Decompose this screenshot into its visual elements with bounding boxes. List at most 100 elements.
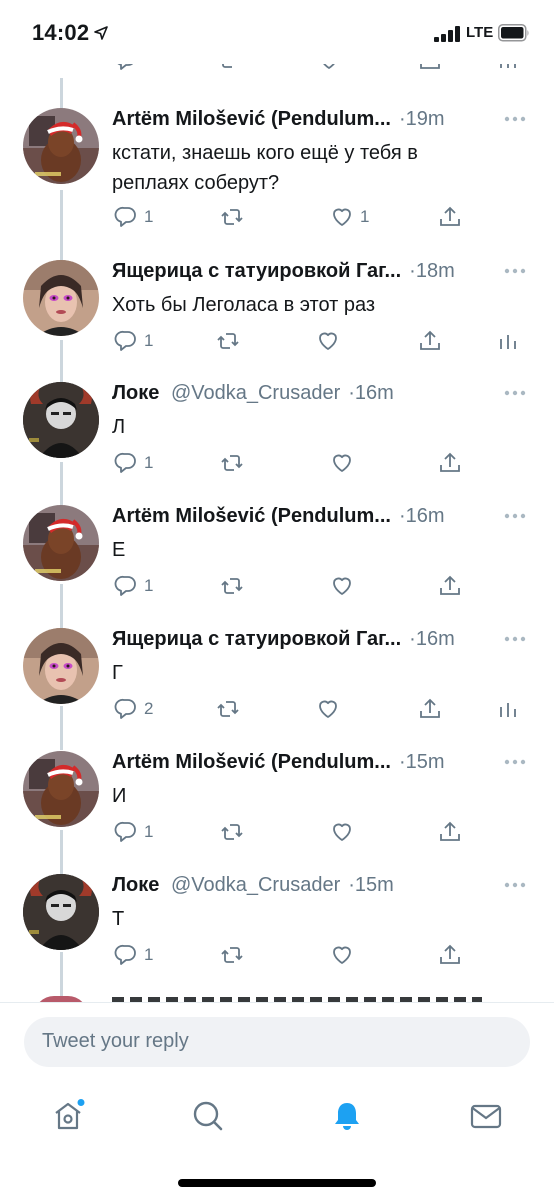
retweet-button[interactable] <box>216 696 246 722</box>
tab-messages[interactable] <box>466 1096 506 1136</box>
retweet-icon <box>221 209 243 225</box>
author-name[interactable]: Ящерица с татуировкой Гаг... ·16m <box>112 628 455 651</box>
tweet-actions: 1 <box>112 450 532 478</box>
share-button[interactable] <box>418 696 442 722</box>
retweet-icon <box>221 824 243 840</box>
reply-count: 1 <box>144 207 154 226</box>
share-button[interactable] <box>438 942 462 968</box>
tweet-text-line: Т <box>112 908 125 930</box>
reply-count: 1 <box>144 576 154 595</box>
like-button[interactable] <box>330 819 360 845</box>
like-button[interactable] <box>330 573 360 599</box>
retweet-icon <box>221 578 243 594</box>
tweet-text: кстати, знаешь кого ещё у тебя в реплаях … <box>112 138 512 198</box>
author-name[interactable]: Artëm Milošević (Pendulum... ·16m <box>112 505 445 528</box>
tweet-text-line: Е <box>112 539 126 561</box>
like-icon <box>333 823 351 841</box>
tweet[interactable]: Ящерица с татуировкой Гаг... ·18m Хоть бы… <box>0 260 554 372</box>
status-bar: 14:02 LTE <box>0 0 554 64</box>
stats-icon <box>500 703 516 717</box>
more-options-icon[interactable] <box>504 882 526 888</box>
more-options-icon[interactable] <box>504 268 526 274</box>
tweet-time: ·19m <box>398 108 445 130</box>
avatar[interactable] <box>23 628 99 704</box>
reply-button[interactable]: 1 <box>114 819 153 845</box>
tweet-reply-input[interactable] <box>24 1017 530 1067</box>
like-icon <box>319 700 337 718</box>
home-icon <box>55 1099 85 1130</box>
author-name[interactable]: Локе @Vodka_Crusader ·16m <box>112 382 394 405</box>
tab-bar <box>0 1080 554 1199</box>
tweet[interactable]: Artëm Milošević (Pendulum... ·16m Е 1 <box>0 505 554 617</box>
like-button[interactable] <box>316 328 346 354</box>
tweet[interactable]: Локе @Vodka_Crusader ·16m Л 1 <box>0 382 554 494</box>
reply-bar: Tweet your reply <box>0 1002 554 1080</box>
more-options-icon[interactable] <box>504 390 526 396</box>
like-button[interactable] <box>330 450 360 476</box>
share-icon <box>440 575 460 595</box>
more-options-icon[interactable] <box>504 513 526 519</box>
avatar[interactable] <box>23 382 99 458</box>
author-name[interactable]: Локе @Vodka_Crusader ·15m <box>112 874 394 897</box>
author-name[interactable]: Artëm Milošević (Pendulum... ·19m <box>112 108 445 131</box>
retweet-button[interactable] <box>216 328 246 354</box>
reply-button[interactable]: 1 <box>114 450 153 476</box>
share-button[interactable] <box>438 204 462 230</box>
share-button[interactable] <box>438 819 462 845</box>
retweet-icon <box>221 947 243 963</box>
reply-button[interactable]: 1 <box>114 573 153 599</box>
share-icon <box>440 206 460 226</box>
avatar[interactable] <box>23 260 99 336</box>
tab-search[interactable] <box>188 1096 228 1136</box>
author-name[interactable]: Artëm Milošević (Pendulum... ·15m <box>112 751 445 774</box>
messages-icon <box>470 1104 502 1129</box>
reply-button[interactable]: 1 <box>114 328 153 354</box>
reply-count: 1 <box>144 331 154 350</box>
tweet-actions: 2 <box>112 696 532 724</box>
like-button[interactable] <box>316 696 346 722</box>
stats-icon <box>500 335 516 349</box>
author-name[interactable]: Ящерица с татуировкой Гаг... ·18m <box>112 260 455 283</box>
more-options-icon[interactable] <box>504 759 526 765</box>
like-button[interactable] <box>330 942 360 968</box>
tweet[interactable]: Ящерица с татуировкой Гаг... ·16m Г 2 <box>0 628 554 740</box>
retweet-button[interactable] <box>220 819 250 845</box>
tweet-text-line: Л <box>112 416 126 438</box>
share-button[interactable] <box>438 450 462 476</box>
reply-icon <box>114 330 136 351</box>
avatar[interactable] <box>23 108 99 184</box>
reply-button[interactable]: 1 <box>114 204 153 230</box>
reply-icon <box>114 821 136 842</box>
tweet-actions: 1 <box>112 942 532 970</box>
status-time: 14:02 <box>32 20 90 45</box>
retweet-button[interactable] <box>220 942 250 968</box>
tab-notifications[interactable] <box>327 1096 367 1136</box>
share-button[interactable] <box>438 573 462 599</box>
tweet-actions: 1 <box>112 819 532 847</box>
avatar[interactable] <box>23 751 99 827</box>
tweet-actions: 1 <box>112 328 532 356</box>
like-icon <box>333 454 351 472</box>
retweet-button[interactable] <box>220 450 250 476</box>
tweet[interactable]: Artëm Milošević (Pendulum... ·19m кстати,… <box>0 108 554 227</box>
share-button[interactable] <box>418 328 442 354</box>
retweet-button[interactable] <box>220 573 250 599</box>
reply-button[interactable]: 2 <box>114 696 153 722</box>
avatar[interactable] <box>23 874 99 950</box>
tweet-text: Хоть бы Леголаса в этот раз <box>112 290 512 320</box>
tweet[interactable]: Artëm Milošević (Pendulum... ·15m И 1 <box>0 751 554 863</box>
analytics-button[interactable] <box>496 696 520 722</box>
tweet-text: Г <box>112 658 512 688</box>
reply-button[interactable]: 1 <box>114 942 153 968</box>
tweet-time: ·16m <box>409 628 455 650</box>
like-button[interactable]: 1 <box>330 204 369 230</box>
more-options-icon[interactable] <box>504 116 526 122</box>
retweet-button[interactable] <box>220 204 250 230</box>
tab-home[interactable] <box>48 1096 88 1136</box>
more-options-icon[interactable] <box>504 636 526 642</box>
analytics-button[interactable] <box>496 328 520 354</box>
author-handle: @Vodka_Crusader <box>170 874 341 896</box>
tweet[interactable]: Локе @Vodka_Crusader ·15m Т 1 <box>0 874 554 986</box>
avatar[interactable] <box>23 505 99 581</box>
tweet-header: Локе @Vodka_Crusader ·16m <box>112 382 532 408</box>
